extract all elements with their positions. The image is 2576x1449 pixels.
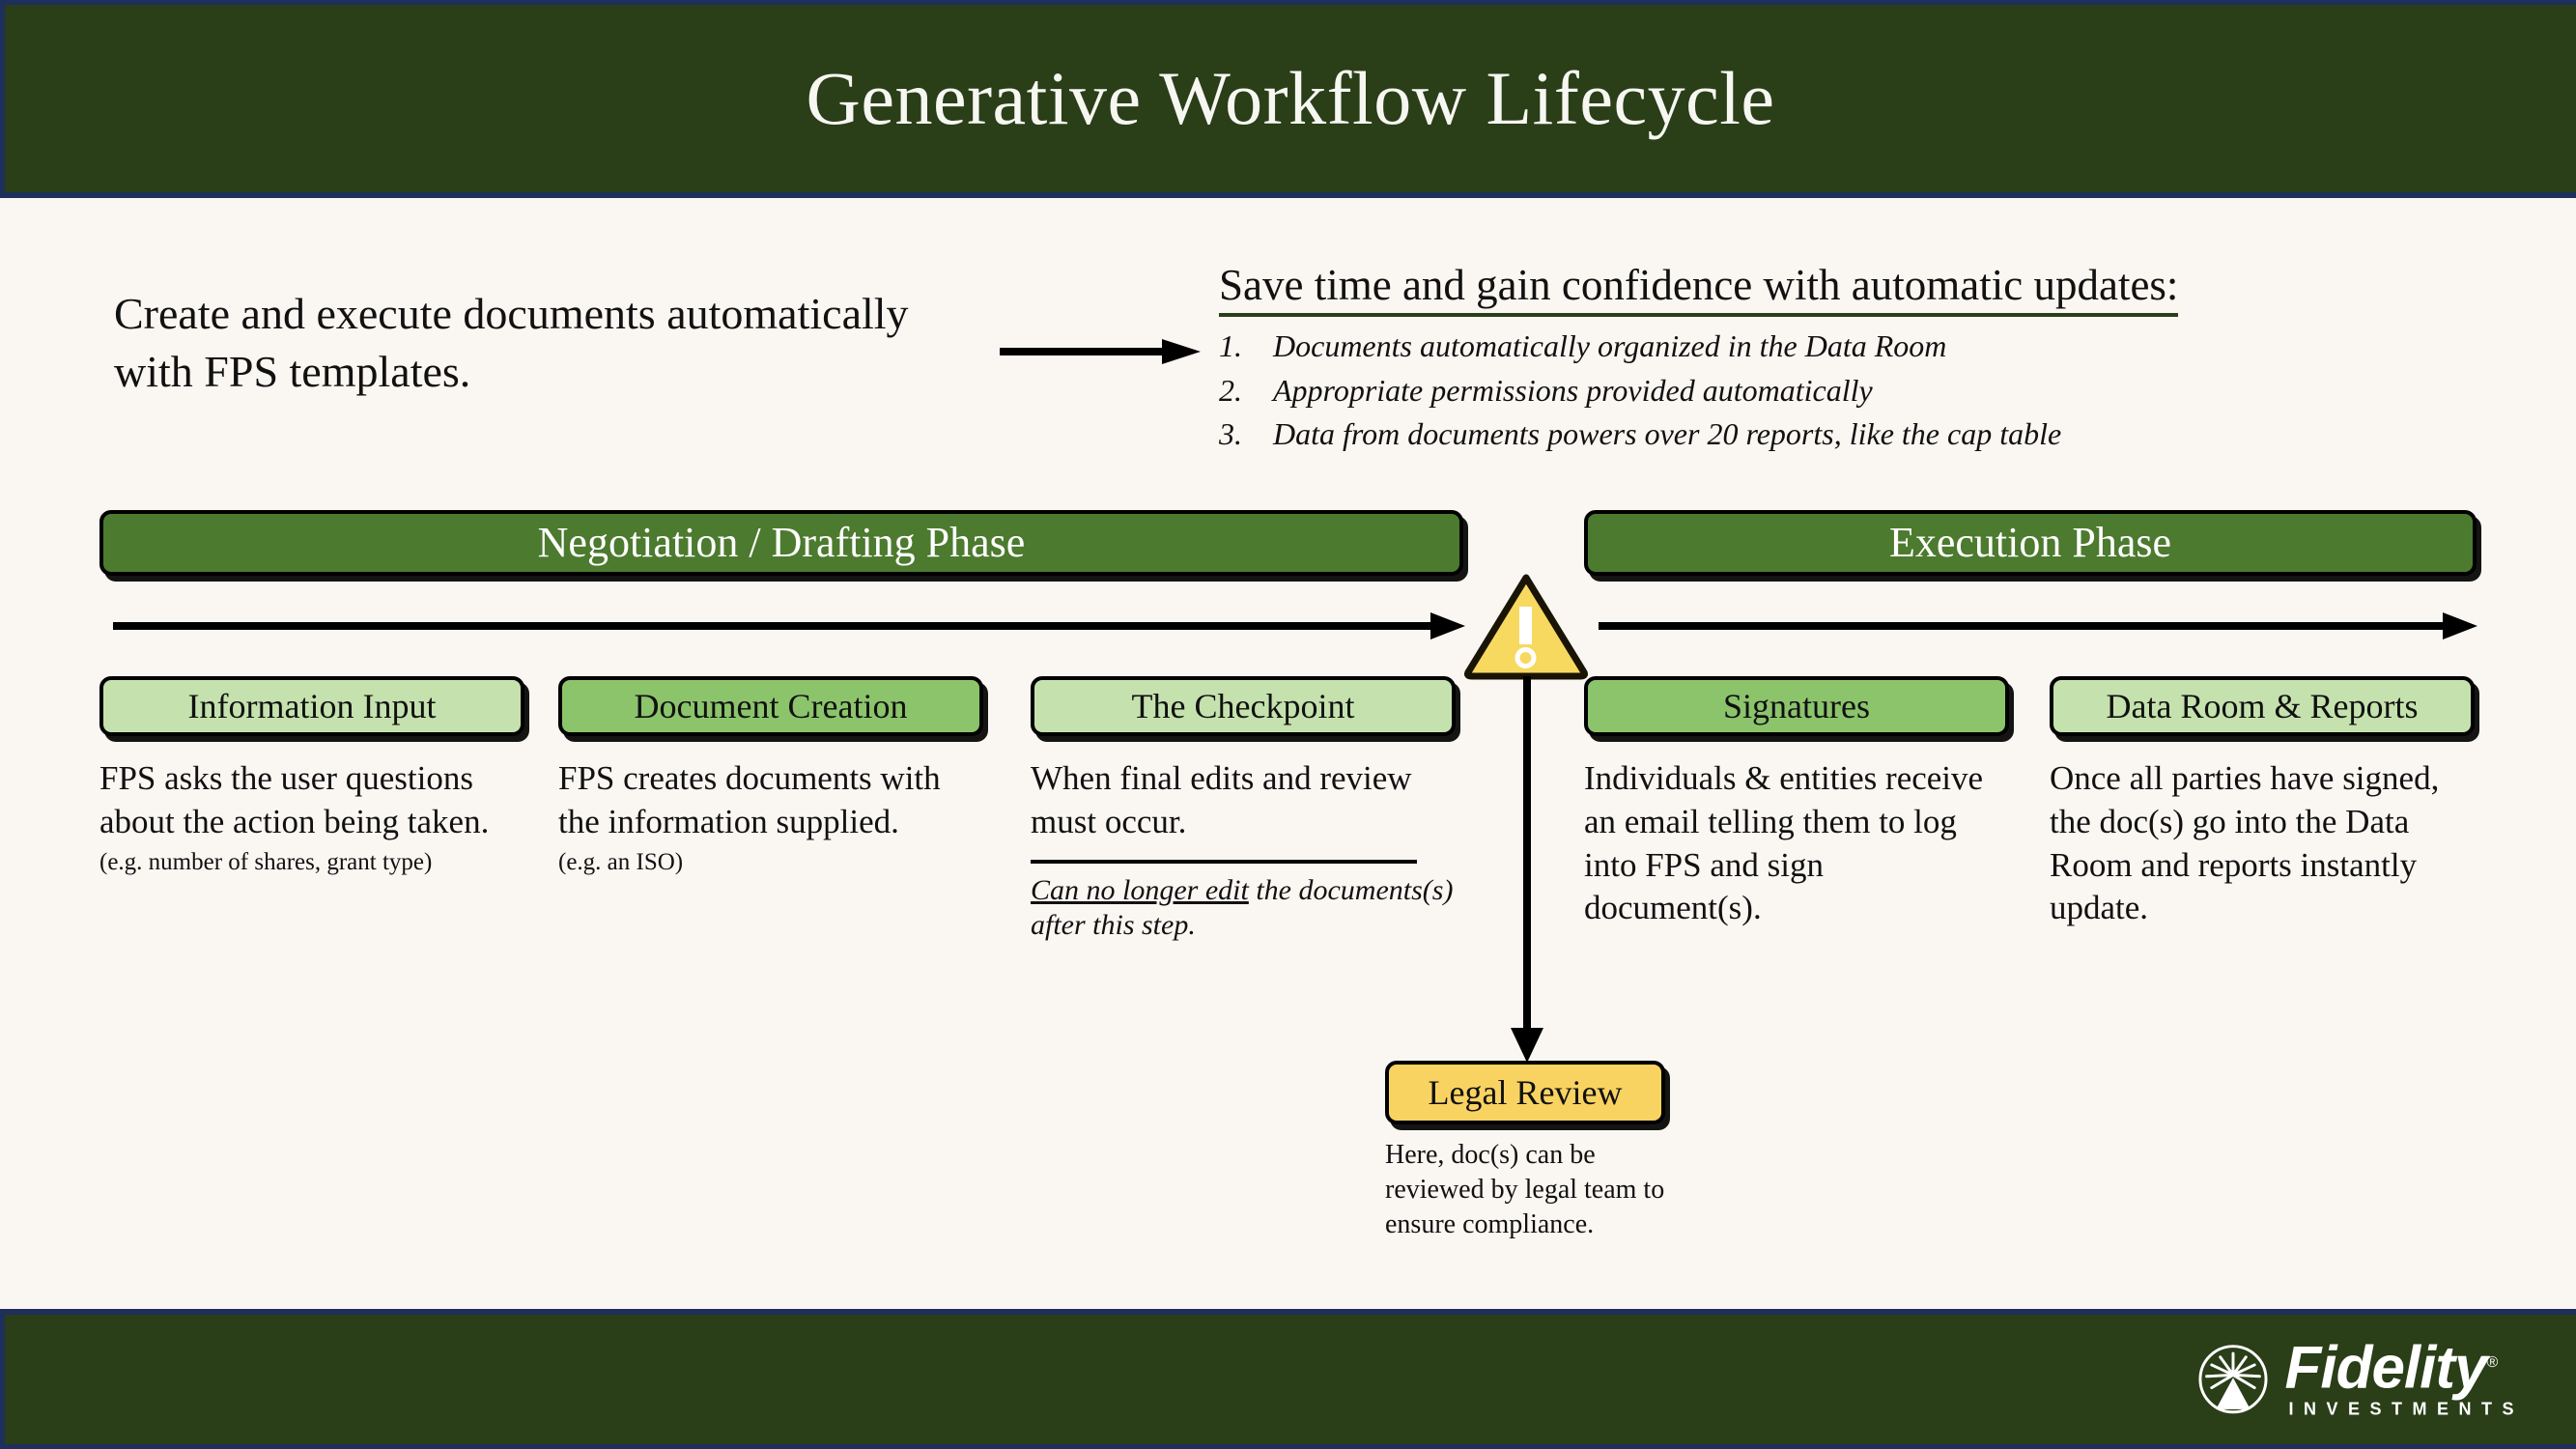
step-data-room-and-reports: Data Room & Reports Once all parties hav…	[2050, 676, 2475, 930]
step-information-input-sub: (e.g. number of shares, grant type)	[99, 848, 433, 875]
right-arrow-icon	[1000, 339, 1203, 364]
list-item-number: 2.	[1219, 372, 1242, 408]
footer-inner-panel: Fidelity® INVESTMENTS	[5, 1315, 2576, 1444]
arrow-head	[2443, 612, 2477, 639]
arrow-head	[1430, 612, 1465, 639]
step-the-checkpoint-label: The Checkpoint	[1131, 687, 1355, 725]
arrow-shaft	[1523, 676, 1531, 1030]
step-information-input-label: Information Input	[187, 687, 437, 725]
step-document-creation-box[interactable]: Document Creation	[558, 676, 983, 736]
fidelity-brand-subtitle: INVESTMENTS	[2288, 1399, 2524, 1419]
step-signatures-body: Individuals & entities receive an email …	[1584, 759, 1984, 927]
step-information-input-box[interactable]: Information Input	[99, 676, 524, 736]
slide-canvas: Generative Workflow Lifecycle Create and…	[0, 0, 2576, 1449]
checkpoint-note-underlined: Can no longer edit	[1031, 873, 1249, 906]
list-item-text: Data from documents powers over 20 repor…	[1273, 416, 2062, 452]
step-document-creation-body: FPS creates documents with the informati…	[558, 759, 941, 840]
step-the-checkpoint: The Checkpoint When final edits and revi…	[1031, 676, 1456, 944]
arrow-shaft	[1599, 622, 2445, 630]
list-item-number: 1.	[1219, 328, 1242, 364]
list-item-number: 3.	[1219, 416, 1242, 452]
arrow-head	[1511, 1028, 1543, 1063]
step-data-room-and-reports-label: Data Room & Reports	[2106, 687, 2419, 725]
phase-bar-negotiation-label: Negotiation / Drafting Phase	[537, 519, 1026, 566]
step-document-creation-label: Document Creation	[634, 687, 908, 725]
list-item-text: Documents automatically organized in the…	[1273, 328, 1947, 364]
intro-left-text: Create and execute documents automatical…	[114, 289, 909, 396]
step-the-checkpoint-body: When final edits and review must occur.	[1031, 759, 1412, 840]
list-item: 1. Documents automatically organized in …	[1219, 325, 2504, 368]
step-signatures-label: Signatures	[1723, 687, 1870, 725]
phase-bar-negotiation: Negotiation / Drafting Phase	[99, 510, 1463, 576]
execution-flow-arrow-icon	[1599, 612, 2477, 639]
step-data-room-and-reports-box[interactable]: Data Room & Reports	[2050, 676, 2475, 736]
arrow-shaft	[1000, 348, 1166, 355]
fidelity-pyramid-icon	[2198, 1345, 2269, 1414]
arrow-shaft	[113, 622, 1432, 630]
benefits-list: 1. Documents automatically organized in …	[1219, 325, 2504, 456]
fidelity-brand-name: Fidelity®	[2284, 1338, 2524, 1398]
checkpoint-divider	[1031, 859, 1417, 864]
list-item: 2. Appropriate permissions provided auto…	[1219, 369, 2504, 412]
step-legal-review-body: Here, doc(s) can be reviewed by legal te…	[1385, 1140, 1665, 1239]
step-information-input: Information Input FPS asks the user ques…	[99, 676, 524, 877]
step-signatures: Signatures Individuals & entities receiv…	[1584, 676, 2009, 930]
slide-footer: Fidelity® INVESTMENTS	[0, 1309, 2576, 1449]
step-the-checkpoint-note: Can no longer edit the documents(s) afte…	[1031, 873, 1456, 944]
step-legal-review-box[interactable]: Legal Review	[1385, 1061, 1665, 1124]
step-the-checkpoint-box[interactable]: The Checkpoint	[1031, 676, 1456, 736]
fidelity-wordmark: Fidelity® INVESTMENTS	[2284, 1338, 2524, 1420]
legal-review-flow-arrow-icon	[1511, 676, 1543, 1063]
step-data-room-and-reports-body: Once all parties have signed, the doc(s)…	[2050, 759, 2440, 927]
slide-header: Generative Workflow Lifecycle	[0, 0, 2576, 198]
step-legal-review: Legal Review Here, doc(s) can be reviewe…	[1385, 1061, 1665, 1241]
step-signatures-box[interactable]: Signatures	[1584, 676, 2009, 736]
phase-bar-execution-label: Execution Phase	[1888, 519, 2172, 566]
list-item-text: Appropriate permissions provided automat…	[1273, 372, 1873, 408]
list-item: 3. Data from documents powers over 20 re…	[1219, 412, 2504, 456]
step-information-input-body: FPS asks the user questions about the ac…	[99, 759, 490, 840]
phase-bar-execution: Execution Phase	[1584, 510, 2477, 576]
intro-right-heading: Save time and gain confidence with autom…	[1219, 261, 2179, 318]
fidelity-logo: Fidelity® INVESTMENTS	[2197, 1338, 2524, 1420]
page-title: Generative Workflow Lifecycle	[806, 56, 1775, 140]
negotiation-flow-arrow-icon	[113, 612, 1465, 639]
step-legal-review-label: Legal Review	[1428, 1073, 1623, 1112]
arrow-head	[1162, 339, 1201, 364]
fidelity-registered-mark: ®	[2486, 1354, 2499, 1372]
header-inner-panel: Generative Workflow Lifecycle	[5, 5, 2576, 192]
warning-triangle-icon	[1464, 572, 1588, 680]
step-document-creation: Document Creation FPS creates documents …	[558, 676, 983, 877]
fidelity-brand-name-text: Fidelity	[2284, 1334, 2487, 1402]
intro-right-block: Save time and gain confidence with autom…	[1219, 261, 2504, 457]
step-document-creation-sub: (e.g. an ISO)	[558, 848, 684, 875]
